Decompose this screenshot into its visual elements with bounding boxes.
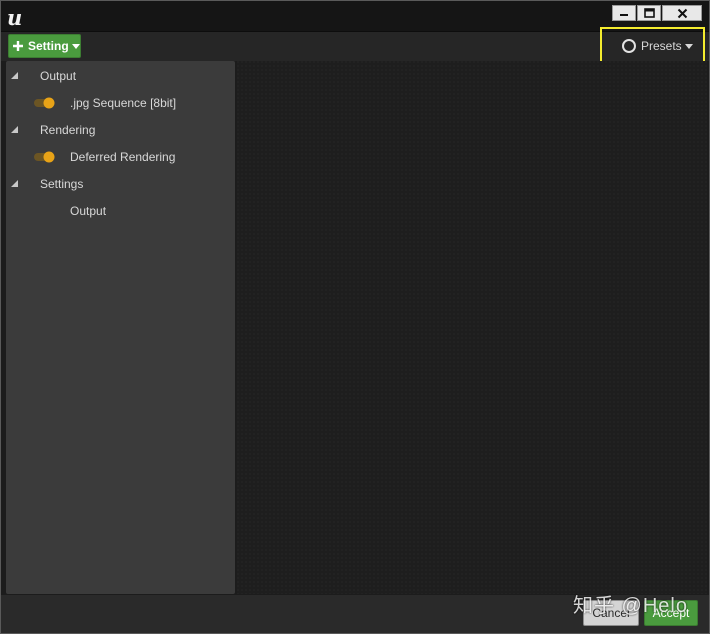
chevron-down-icon xyxy=(684,43,693,49)
tree-section-label: Output xyxy=(40,69,77,83)
minimize-icon xyxy=(620,14,628,16)
maximize-icon xyxy=(643,8,655,18)
expanded-arrow-icon[interactable] xyxy=(11,72,18,79)
tree-item-label: Deferred Rendering xyxy=(70,150,176,164)
tree-section-rendering[interactable]: Rendering xyxy=(6,119,235,141)
settings-tree: Output .jpg Sequence [8bit] Rendering De… xyxy=(6,61,235,594)
enable-toggle-icon[interactable] xyxy=(34,151,56,163)
presets-label: Presets xyxy=(641,39,682,53)
tree-item-settings-output[interactable]: Output xyxy=(6,200,235,222)
window-controls xyxy=(612,5,702,23)
enable-toggle-icon[interactable] xyxy=(34,97,56,109)
details-panel xyxy=(237,61,707,594)
tree-item-deferred-rendering[interactable]: Deferred Rendering xyxy=(6,146,235,168)
tree-section-output[interactable]: Output xyxy=(6,65,235,87)
tree-section-label: Rendering xyxy=(40,123,96,137)
tree-section-settings[interactable]: Settings xyxy=(6,173,235,195)
tree-item-label: .jpg Sequence [8bit] xyxy=(70,96,177,110)
tree-item-jpg-sequence[interactable]: .jpg Sequence [8bit] xyxy=(6,92,235,114)
close-button[interactable] xyxy=(662,5,702,21)
svg-text:u: u xyxy=(7,6,22,28)
maximize-button[interactable] xyxy=(637,5,661,21)
dialog-footer: Cancel Accept xyxy=(1,595,709,633)
preset-ring-icon xyxy=(622,39,636,53)
cancel-button[interactable]: Cancel xyxy=(583,600,639,626)
add-setting-button[interactable]: Setting xyxy=(8,34,81,58)
expanded-arrow-icon[interactable] xyxy=(11,126,18,133)
minimize-button[interactable] xyxy=(612,5,636,21)
expanded-arrow-icon[interactable] xyxy=(11,180,18,187)
toolbar: Setting Presets xyxy=(1,27,709,68)
tree-section-label: Settings xyxy=(40,177,84,191)
unreal-engine-logo-icon: u xyxy=(7,6,22,28)
render-settings-window: u Setting Presets Output .jpg Sequence [… xyxy=(0,0,710,634)
accept-button[interactable]: Accept xyxy=(644,600,698,626)
plus-icon xyxy=(13,41,23,51)
chevron-down-icon xyxy=(71,43,80,49)
close-icon xyxy=(677,8,687,18)
add-setting-label: Setting xyxy=(28,39,69,53)
presets-button[interactable]: Presets xyxy=(621,36,693,56)
tree-item-label: Output xyxy=(70,204,107,218)
